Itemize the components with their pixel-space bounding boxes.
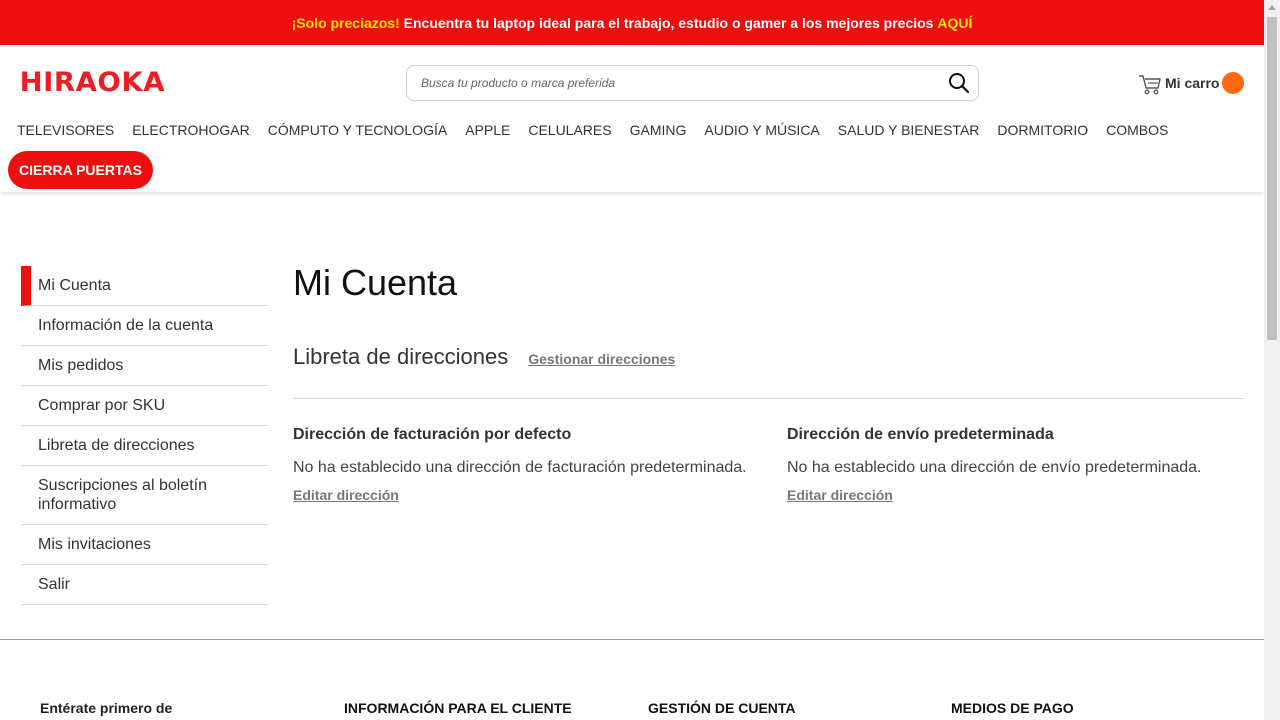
cart-icon — [1137, 70, 1163, 96]
sidebar-item-pedidos[interactable]: Mis pedidos — [21, 346, 268, 386]
page-title: Mi Cuenta — [293, 262, 458, 303]
nav-item-audio[interactable]: AUDIO Y MÚSICA — [695, 121, 828, 139]
sidebar-item-invitaciones[interactable]: Mis invitaciones — [21, 525, 268, 565]
search-input[interactable] — [421, 66, 941, 100]
promo-banner-link[interactable]: AQUÍ — [937, 15, 972, 31]
page-scrollbar[interactable] — [1264, 0, 1280, 720]
main-nav: TELEVISORES ELECTROHOGAR CÓMPUTO Y TECNO… — [8, 121, 1177, 139]
nav-item-celulares[interactable]: CELULARES — [519, 121, 620, 139]
billing-address-box: Dirección de facturación por defecto No … — [293, 425, 763, 505]
site-header: HIRAOKA Mi carro TELEVISORES ELECTROHOGA… — [0, 45, 1264, 192]
search-icon[interactable] — [948, 72, 970, 94]
billing-address-heading: Dirección de facturación por defecto — [293, 426, 572, 443]
footer-heading-gestion: GESTIÓN DE CUENTA — [648, 700, 796, 716]
shipping-address-text: No ha establecido una dirección de envío… — [787, 459, 1202, 476]
shipping-address-heading: Dirección de envío predeterminada — [787, 426, 1054, 443]
nav-item-televisores[interactable]: TELEVISORES — [8, 121, 123, 139]
sidebar-item-sku[interactable]: Comprar por SKU — [21, 386, 268, 426]
footer-divider — [0, 639, 1264, 640]
account-main: Mi Cuenta Libreta de direcciones Gestion… — [293, 260, 1244, 503]
billing-address-text: No ha establecido una dirección de factu… — [293, 459, 747, 476]
sidebar-item-suscripciones[interactable]: Suscripciones al boletín informativo — [21, 466, 268, 525]
nav-item-dormitorio[interactable]: DORMITORIO — [988, 121, 1097, 139]
promo-banner-text: Encuentra tu laptop ideal para el trabaj… — [399, 14, 938, 31]
divider — [293, 398, 1244, 399]
footer-newsletter-title: Entérate primero de — [40, 700, 173, 716]
address-book-header: Libreta de direcciones Gestionar direcci… — [293, 344, 675, 370]
nav-item-salud[interactable]: SALUD Y BIENESTAR — [829, 121, 989, 139]
footer-heading-pagos: MEDIOS DE PAGO — [951, 700, 1074, 716]
sidebar-item-informacion[interactable]: Información de la cuenta — [21, 306, 268, 346]
nav-item-gaming[interactable]: GAMING — [621, 121, 696, 139]
scrollbar-thumb[interactable] — [1267, 17, 1277, 340]
nav-item-computo[interactable]: CÓMPUTO Y TECNOLOGÍA — [259, 121, 456, 139]
sidebar-item-direcciones[interactable]: Libreta de direcciones — [21, 426, 268, 466]
sidebar-item-salir[interactable]: Salir — [21, 565, 268, 605]
shipping-address-box: Dirección de envío predeterminada No ha … — [787, 425, 1257, 505]
manage-addresses-link[interactable]: Gestionar direcciones — [528, 351, 675, 367]
sidebar-item-mi-cuenta[interactable]: Mi Cuenta — [21, 266, 268, 306]
promo-banner-lead: ¡Solo preciazos! — [291, 14, 400, 31]
account-sidebar: Mi Cuenta Información de la cuenta Mis p… — [21, 266, 268, 605]
promo-banner[interactable]: ¡Solo preciazos! Encuentra tu laptop ide… — [0, 0, 1264, 45]
footer-heading-informacion: INFORMACIÓN PARA EL CLIENTE — [344, 700, 572, 716]
edit-billing-address-link[interactable]: Editar dirección — [293, 487, 399, 503]
nav-item-electrohogar[interactable]: ELECTROHOGAR — [123, 121, 258, 139]
cart-count-badge — [1222, 72, 1245, 94]
cierra-puertas-button[interactable]: CIERRA PUERTAS — [8, 151, 153, 189]
edit-shipping-address-link[interactable]: Editar dirección — [787, 487, 893, 503]
logo[interactable]: HIRAOKA — [20, 67, 165, 98]
cart-label: Mi carro — [1165, 75, 1220, 91]
scroll-up-icon[interactable] — [1268, 5, 1276, 10]
cart-button[interactable]: Mi carro — [1137, 70, 1245, 96]
nav-item-combos[interactable]: COMBOS — [1097, 121, 1177, 139]
address-book-title: Libreta de direcciones — [293, 344, 509, 369]
search-bar — [406, 65, 979, 101]
nav-item-apple[interactable]: APPLE — [456, 121, 519, 139]
